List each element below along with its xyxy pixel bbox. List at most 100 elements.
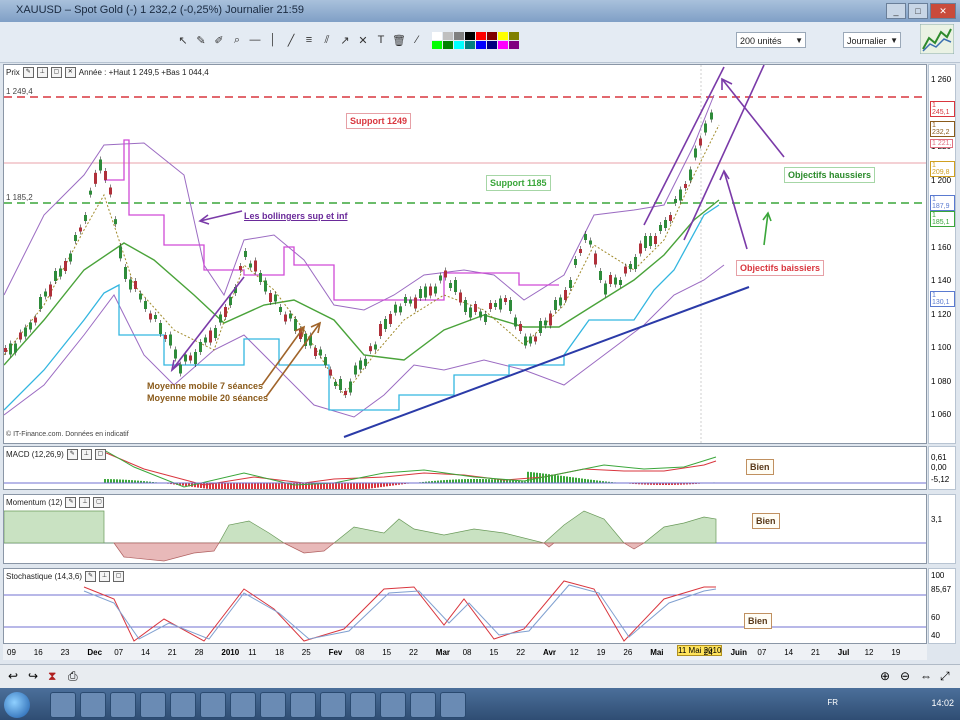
macd-bar [104,479,106,483]
vertical-line-icon[interactable]: │ [266,33,280,47]
close-icon[interactable]: ✕ [64,67,76,78]
stoch-d-line [83,584,717,640]
x-tick-label: 2010 [221,648,240,657]
pin-icon[interactable]: ⊥ [99,571,111,582]
settings-icon[interactable]: ✎ [66,449,78,460]
stochastic-panel[interactable]: Stochastique (14,3,6) ✎ ⊥ ▢ Bien [3,568,927,644]
color-palette[interactable] [432,31,519,49]
color-swatch[interactable] [443,31,453,40]
line-style-icon[interactable]: ⁄ [410,33,424,47]
candle-body [599,271,602,280]
macd-bar [566,476,568,483]
text-tool-icon[interactable]: T [374,33,388,47]
trash-icon[interactable]: 🗑 [392,33,406,47]
candle-body [124,267,127,279]
start-button-icon[interactable] [4,692,30,718]
cursor-tool-icon[interactable]: ↖ [176,33,190,47]
color-swatch[interactable] [487,31,497,40]
scroll-icon[interactable]: ⇔ [920,669,932,683]
macd-bar [491,479,493,483]
stochastic-y-axis: 100 85,67 60 40 [928,568,956,644]
price-chart-panel[interactable]: Prix ✎ ⊥ ▢ ✕ Année : +Haut 1 249,5 +Bas … [3,64,927,444]
period-select[interactable]: Journalier ▼ [843,32,901,48]
color-swatch[interactable] [454,40,464,49]
fibonacci-icon[interactable]: ≡ [302,33,316,47]
taskbar-app-browser-icon[interactable] [170,692,196,718]
taskbar-app-misc2-icon[interactable] [350,692,376,718]
pin-icon[interactable]: ⊥ [80,449,92,460]
cross-tool-icon[interactable]: ✕ [356,33,370,47]
momentum-panel[interactable]: Momentum (12) ✎ ⊥ ▢ Bien [3,494,927,564]
macd-bar [347,483,349,489]
taskbar-app-misc3-icon[interactable] [380,692,406,718]
color-swatch[interactable] [432,40,442,49]
arrow-tool-icon[interactable]: ↗ [338,33,352,47]
settings-icon[interactable]: ✎ [22,67,34,78]
color-swatch[interactable] [432,31,442,40]
color-swatch[interactable] [476,40,486,49]
candle-body [409,299,412,304]
horizontal-line-icon[interactable]: — [248,33,262,47]
color-swatch[interactable] [498,40,508,49]
close-button[interactable]: ✕ [930,3,956,19]
units-select[interactable]: 200 unités ▼ [736,32,806,48]
minimize-button[interactable]: _ [886,3,906,19]
zoom-tool-icon[interactable]: ⌕ [230,33,244,47]
window-title: XAUUSD – Spot Gold (-) 1 232,2 (-0,25%) … [16,4,304,16]
color-swatch[interactable] [509,40,519,49]
taskbar-app-ie-icon[interactable] [50,692,76,718]
color-swatch[interactable] [465,31,475,40]
copy-icon[interactable]: ▢ [94,449,106,460]
copy-icon[interactable]: ▢ [93,497,105,508]
language-indicator[interactable]: FR [827,698,838,707]
brush-tool-icon[interactable]: ✐ [212,33,226,47]
macd-bar [350,483,352,489]
drawing-toolbar: ↖ ✎ ✐ ⌕ — │ ╱ ≡ ⫽ ↗ ✕ T 🗑 ⁄ 200 unités ▼… [0,22,960,63]
color-swatch[interactable] [454,31,464,40]
copy-icon[interactable]: ▢ [113,571,125,582]
fit-icon[interactable]: ⤢ [940,669,950,684]
maximize-button[interactable]: □ [908,3,928,19]
candle-body [549,313,552,326]
macd-bar [368,483,370,489]
macd-scale-mid: 0,00 [931,463,947,472]
pin-icon[interactable]: ⊥ [36,67,48,78]
trendline-icon[interactable]: ╱ [284,33,298,47]
taskbar-app-ff-icon[interactable] [200,692,226,718]
color-swatch[interactable] [509,31,519,40]
taskbar-app-media-icon[interactable] [110,692,136,718]
macd-bar [569,476,571,483]
macd-bar [110,479,112,483]
settings-icon[interactable]: ✎ [65,497,77,508]
macd-bar [230,483,232,489]
taskbar-app-folder-icon[interactable] [80,692,106,718]
copy-icon[interactable]: ▢ [50,67,62,78]
color-swatch[interactable] [487,40,497,49]
channel-icon[interactable]: ⫽ [320,33,334,47]
macd-bar [332,483,334,489]
color-swatch[interactable] [476,31,486,40]
forward-icon[interactable]: ↪ [28,669,38,683]
taskbar-app-misc4-icon[interactable] [410,692,436,718]
hourglass-icon[interactable]: ⧗ [48,669,56,684]
macd-bar [119,479,121,483]
color-swatch[interactable] [498,31,508,40]
settings-icon[interactable]: ✎ [85,571,97,582]
taskbar-app-word-icon[interactable] [230,692,256,718]
taskbar-app-misc5-icon[interactable] [440,692,466,718]
color-swatch[interactable] [465,40,475,49]
taskbar-app-ppt-icon[interactable] [290,692,316,718]
taskbar-app-misc-icon[interactable] [320,692,346,718]
taskbar-app-excel-icon[interactable] [260,692,286,718]
pencil-tool-icon[interactable]: ✎ [194,33,208,47]
zoom-out-icon[interactable]: ⊖ [900,669,910,683]
candle-body [384,319,387,329]
back-icon[interactable]: ↩ [8,669,18,683]
candle-body [710,112,713,120]
zoom-in-icon[interactable]: ⊕ [880,669,890,683]
taskbar-app-chart-icon[interactable] [140,692,166,718]
pin-icon[interactable]: ⊥ [79,497,91,508]
macd-panel[interactable]: MACD (12,26,9) ✎ ⊥ ▢ Bien [3,446,927,490]
color-swatch[interactable] [443,40,453,49]
print-icon[interactable]: ⎙ [68,669,78,684]
